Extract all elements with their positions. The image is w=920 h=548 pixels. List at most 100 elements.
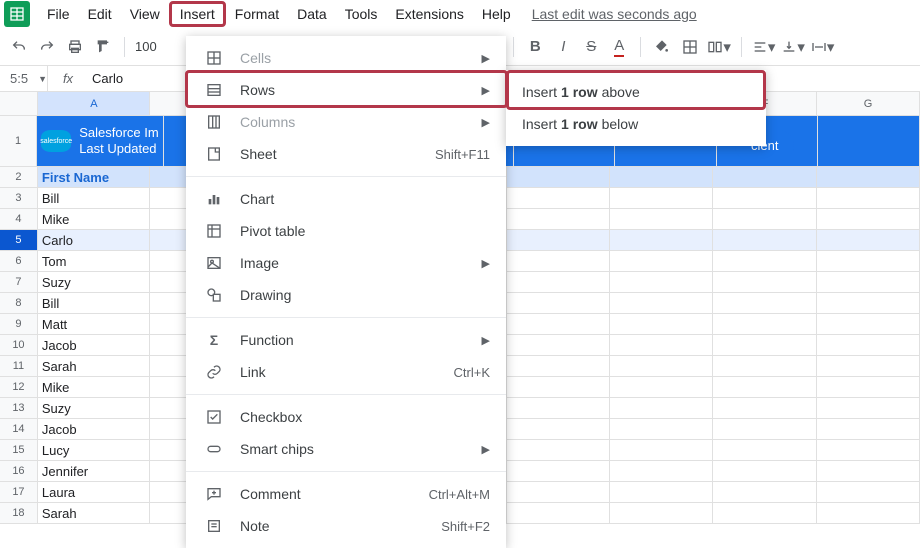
col-first-name-header[interactable]: First Name: [38, 167, 150, 187]
insert-sheet-item[interactable]: SheetShift+F11: [186, 138, 506, 170]
insert-image-item[interactable]: Image▶: [186, 247, 506, 279]
cell[interactable]: [610, 209, 713, 229]
cell[interactable]: [817, 377, 920, 397]
row-header[interactable]: 4: [0, 209, 38, 229]
cell[interactable]: [507, 419, 610, 439]
menu-file[interactable]: File: [38, 2, 79, 26]
row-header[interactable]: 3: [0, 188, 38, 208]
menu-view[interactable]: View: [121, 2, 169, 26]
cell-first-name[interactable]: Jacob: [38, 419, 150, 439]
cell[interactable]: [610, 356, 713, 376]
cell-first-name[interactable]: Laura: [38, 482, 150, 502]
menu-data[interactable]: Data: [288, 2, 336, 26]
insert-cells-item[interactable]: Cells▶: [186, 42, 506, 74]
cell[interactable]: [713, 461, 816, 481]
cell-first-name[interactable]: Bill: [38, 188, 150, 208]
col-header-g[interactable]: G: [817, 92, 920, 115]
cell[interactable]: [817, 440, 920, 460]
cell[interactable]: [713, 482, 816, 502]
insert-drawing-item[interactable]: Drawing: [186, 279, 506, 311]
cell[interactable]: [817, 314, 920, 334]
row-header[interactable]: 16: [0, 461, 38, 481]
sheets-app-icon[interactable]: [4, 1, 30, 27]
cell[interactable]: [713, 398, 816, 418]
cell[interactable]: [817, 503, 920, 523]
text-color-button[interactable]: A: [608, 34, 630, 60]
insert-pivot-item[interactable]: Pivot table: [186, 215, 506, 247]
cell[interactable]: [817, 251, 920, 271]
cell[interactable]: [610, 230, 713, 250]
insert-link-item[interactable]: LinkCtrl+K: [186, 356, 506, 388]
last-edit-link[interactable]: Last edit was seconds ago: [532, 6, 697, 22]
row-header[interactable]: 1: [0, 116, 37, 166]
cell[interactable]: [610, 293, 713, 313]
cell[interactable]: [817, 272, 920, 292]
cell[interactable]: [817, 230, 920, 250]
row-header[interactable]: 15: [0, 440, 38, 460]
cell[interactable]: [713, 209, 816, 229]
insert-smartchips-item[interactable]: Smart chips▶: [186, 433, 506, 465]
cell[interactable]: [817, 482, 920, 502]
cell[interactable]: [713, 503, 816, 523]
cell-first-name[interactable]: Matt: [38, 314, 150, 334]
menu-insert[interactable]: Insert: [169, 1, 226, 27]
wrap-button[interactable]: ▾: [811, 34, 835, 60]
cell[interactable]: [507, 188, 610, 208]
fill-color-button[interactable]: [651, 34, 673, 60]
cell[interactable]: [713, 188, 816, 208]
italic-button[interactable]: I: [552, 34, 574, 60]
cell-first-name[interactable]: Jennifer: [38, 461, 150, 481]
row-header[interactable]: 2: [0, 167, 38, 187]
cell[interactable]: [610, 251, 713, 271]
cell[interactable]: [507, 377, 610, 397]
cell-first-name[interactable]: Jacob: [38, 335, 150, 355]
insert-rows-item[interactable]: Rows▶: [186, 74, 506, 106]
cell[interactable]: [817, 461, 920, 481]
cell[interactable]: [713, 293, 816, 313]
row-header[interactable]: 7: [0, 272, 38, 292]
menu-edit[interactable]: Edit: [79, 2, 121, 26]
cell[interactable]: [610, 272, 713, 292]
cell[interactable]: [507, 251, 610, 271]
cell[interactable]: [817, 356, 920, 376]
cell-first-name[interactable]: Tom: [38, 251, 150, 271]
cell[interactable]: [507, 461, 610, 481]
cell[interactable]: [713, 419, 816, 439]
col-header-a[interactable]: A: [38, 92, 150, 115]
cell[interactable]: [817, 335, 920, 355]
cell[interactable]: [507, 314, 610, 334]
row-header[interactable]: 17: [0, 482, 38, 502]
row-header[interactable]: 12: [0, 377, 38, 397]
zoom-dropdown[interactable]: 100: [135, 39, 157, 54]
cell-first-name[interactable]: Carlo: [38, 230, 150, 250]
cell[interactable]: [507, 503, 610, 523]
cell[interactable]: [610, 188, 713, 208]
row-header[interactable]: 10: [0, 335, 38, 355]
row-header[interactable]: 18: [0, 503, 38, 523]
cell-first-name[interactable]: Suzy: [38, 272, 150, 292]
cell[interactable]: [713, 440, 816, 460]
cell[interactable]: [507, 482, 610, 502]
cell[interactable]: [507, 209, 610, 229]
h-align-button[interactable]: ▾: [752, 34, 776, 60]
cell[interactable]: [713, 272, 816, 292]
cell[interactable]: [507, 272, 610, 292]
borders-button[interactable]: [679, 34, 701, 60]
insert-chart-item[interactable]: Chart: [186, 183, 506, 215]
menu-tools[interactable]: Tools: [336, 2, 387, 26]
menu-help[interactable]: Help: [473, 2, 520, 26]
cell[interactable]: [610, 398, 713, 418]
cell[interactable]: [507, 398, 610, 418]
row-header[interactable]: 14: [0, 419, 38, 439]
insert-columns-item[interactable]: Columns▶: [186, 106, 506, 138]
cell[interactable]: [817, 188, 920, 208]
cell-first-name[interactable]: Mike: [38, 377, 150, 397]
cell[interactable]: [817, 293, 920, 313]
cell[interactable]: [817, 209, 920, 229]
row-header[interactable]: 6: [0, 251, 38, 271]
cell[interactable]: [610, 377, 713, 397]
insert-note-item[interactable]: NoteShift+F2: [186, 510, 506, 542]
insert-function-item[interactable]: ΣFunction▶: [186, 324, 506, 356]
cell-first-name[interactable]: Sarah: [38, 356, 150, 376]
insert-checkbox-item[interactable]: Checkbox: [186, 401, 506, 433]
